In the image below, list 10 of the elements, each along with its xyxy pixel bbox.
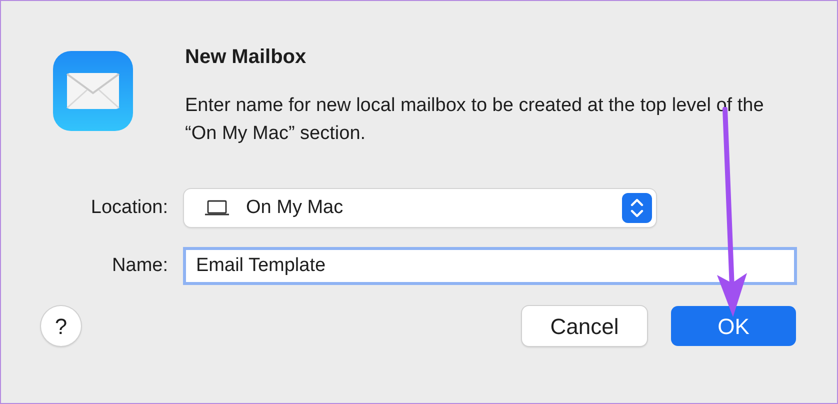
- ok-button[interactable]: OK: [671, 306, 796, 346]
- stepper-icon: [622, 193, 652, 223]
- location-popup[interactable]: On My Mac: [184, 189, 656, 227]
- name-label: Name:: [111, 254, 168, 278]
- name-field[interactable]: Email Template: [183, 247, 797, 285]
- location-label: Location:: [90, 196, 168, 220]
- laptop-icon: [204, 200, 230, 216]
- dialog-title: New Mailbox: [185, 45, 308, 70]
- help-button[interactable]: ?: [41, 306, 81, 346]
- cancel-button[interactable]: Cancel: [522, 306, 647, 346]
